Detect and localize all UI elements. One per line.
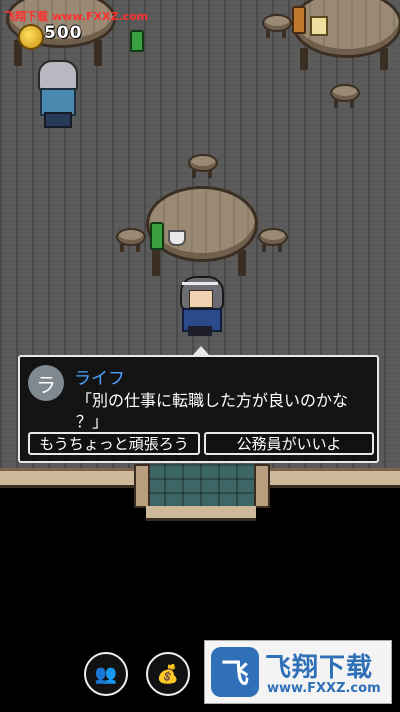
stool-leg	[334, 100, 338, 108]
bottle-icon	[130, 30, 144, 52]
people-icon: 👥	[94, 663, 118, 685]
door-post-left	[134, 464, 150, 508]
stool-leg	[262, 244, 266, 252]
mug-icon	[310, 16, 328, 36]
dialog-line-1: 「別の仕事に転職した方が良いのかな	[76, 391, 349, 410]
door-post-right	[254, 464, 270, 508]
choice-keep-trying-button[interactable]: もうちょっと頑張ろう	[28, 432, 200, 455]
stool-leg	[192, 170, 196, 178]
watermark-title: 飞翔下载	[265, 653, 374, 683]
glass-icon	[168, 230, 186, 246]
inventory-button[interactable]: 💰	[146, 652, 190, 696]
watermark-url: www.FXXZ.com	[52, 10, 149, 23]
watermark-site: 飞翔下载	[4, 10, 48, 23]
speaker-avatar: ラ	[28, 365, 64, 401]
money-bag-icon: 💰	[156, 663, 180, 685]
stool-leg	[120, 244, 124, 252]
stool-leg	[266, 30, 270, 38]
party-button[interactable]: 👥	[84, 652, 128, 696]
bottle-icon	[292, 6, 306, 34]
stool-leg	[278, 244, 282, 252]
watermark-top: 飞翔下载 www.FXXZ.com	[4, 8, 148, 24]
bottle-icon	[150, 222, 164, 250]
hero-headband	[182, 282, 218, 285]
wall-edge-right	[256, 468, 400, 488]
hero-legs	[188, 326, 212, 336]
table-leg	[152, 250, 160, 276]
npc-old-man[interactable]	[34, 60, 78, 128]
stool-leg	[350, 100, 354, 108]
stool-leg	[282, 30, 286, 38]
hero-character[interactable]	[174, 276, 226, 338]
stool-leg	[208, 170, 212, 178]
gold-amount: 500	[44, 23, 83, 43]
dialog-line-2: ？」	[76, 412, 109, 431]
stool-leg	[136, 244, 140, 252]
table-leg	[380, 48, 388, 70]
npc-legs	[44, 112, 72, 128]
watermark-bottom: 飞 飞翔下载 www.FXXZ.com	[204, 640, 392, 704]
dialog-box: ラ ライフ 「別の仕事に転職した方が良いのかな ？」 もうちょっと頑張ろう 公務…	[18, 355, 379, 463]
speaker-name: ライフ	[74, 369, 125, 389]
watermark-bottom-url: www.FXXZ.com	[267, 681, 381, 696]
doorway-floor[interactable]	[146, 464, 256, 508]
wall-edge-left	[0, 468, 146, 488]
hero-face	[189, 290, 213, 308]
choice-civil-servant-button[interactable]: 公務員がいいよ	[204, 432, 374, 455]
watermark-logo: 飞	[211, 647, 259, 697]
dialog-pointer	[193, 346, 209, 355]
table-leg	[300, 48, 308, 70]
table-leg	[238, 250, 246, 276]
table-leg	[94, 40, 102, 66]
coin-icon	[18, 24, 44, 50]
doorway-step	[146, 506, 256, 521]
